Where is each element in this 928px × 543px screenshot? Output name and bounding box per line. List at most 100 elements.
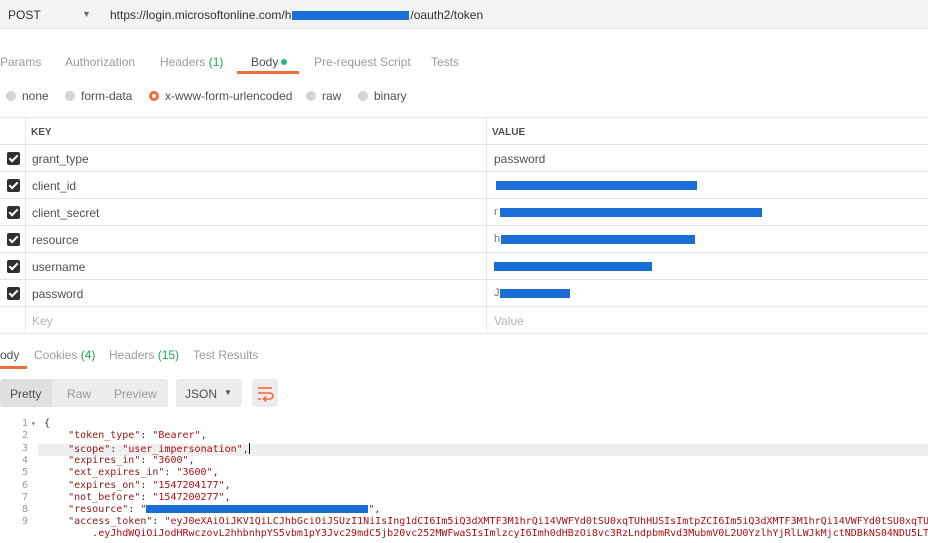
param-key[interactable]: username <box>32 260 85 274</box>
row-checkbox[interactable] <box>0 199 25 225</box>
wrap-lines-icon <box>258 387 274 403</box>
tab-response-headers-label: Headers <box>109 348 155 362</box>
radio-circle-icon <box>65 91 75 101</box>
param-value[interactable]: J <box>494 287 500 299</box>
chevron-down-icon: ▼ <box>82 9 91 19</box>
fold-arrow-icon[interactable]: ▾ <box>31 418 36 430</box>
json-value: .eyJhdWQiOiJodHRwczovL2hhbnhpYS5vbm1pY3J… <box>92 528 928 539</box>
radio-form-data-label: form-data <box>81 89 133 103</box>
code-line: { <box>44 418 50 430</box>
row-checkbox[interactable] <box>0 145 25 171</box>
param-key[interactable]: resource <box>32 233 79 247</box>
table-row: client_id <box>0 172 928 199</box>
url-bar: POST ▼ https://login.microsoftonline.com… <box>0 0 928 29</box>
response-body-editor[interactable]: 1 ▾ 2 3 4 5 6 7 8 9 { "token_type": "Bea… <box>0 414 928 543</box>
preview-button[interactable]: Preview <box>114 387 157 401</box>
pretty-button[interactable]: Pretty <box>10 387 41 401</box>
line-number: 7 <box>21 492 28 503</box>
new-value-input[interactable]: Value <box>494 314 524 328</box>
raw-button[interactable]: Raw <box>67 387 91 401</box>
column-divider <box>486 145 487 171</box>
radio-raw[interactable]: raw <box>306 89 341 103</box>
param-key[interactable]: grant_type <box>32 152 89 166</box>
radio-circle-icon <box>306 91 316 101</box>
row-checkbox[interactable] <box>0 253 25 279</box>
json-value: "Bearer" <box>152 430 201 441</box>
tab-authorization[interactable]: Authorization <box>65 55 135 69</box>
table-row: grant_type password <box>0 145 928 172</box>
param-value[interactable]: h <box>494 233 500 245</box>
code-line: "expires_on": "1547204177", <box>68 480 231 491</box>
column-divider <box>486 253 487 279</box>
line-number: 4 <box>21 455 28 466</box>
tab-response-headers[interactable]: Headers (15) <box>109 348 179 362</box>
line-number: 5 <box>21 467 28 478</box>
row-checkbox[interactable] <box>0 172 25 198</box>
json-key: "token_type" <box>68 430 141 441</box>
radio-form-data[interactable]: form-data <box>65 89 132 103</box>
radio-urlencoded[interactable]: x-www-form-urlencoded <box>149 89 292 103</box>
line-number: 9 <box>21 516 28 527</box>
checkbox-checked-icon <box>7 152 20 165</box>
code-line: "not_before": "1547200277", <box>68 492 231 503</box>
code-line: "token_type": "Bearer", <box>68 430 207 441</box>
format-label: JSON <box>185 387 218 401</box>
column-divider <box>486 226 487 252</box>
tab-response-headers-count: (15) <box>157 348 180 362</box>
param-key[interactable]: client_secret <box>32 206 99 220</box>
line-number: 6 <box>21 480 28 491</box>
value-redaction <box>146 505 369 513</box>
tab-response-body[interactable]: ody <box>0 348 19 362</box>
value-redaction <box>496 181 697 190</box>
tab-test-results[interactable]: Test Results <box>193 348 258 362</box>
json-key: "scope" <box>68 444 111 455</box>
column-divider <box>25 199 26 225</box>
tab-headers[interactable]: Headers (1) <box>160 55 223 69</box>
url-redaction <box>292 11 410 21</box>
table-row: client_secret r <box>0 199 928 226</box>
row-checkbox[interactable] <box>0 280 25 306</box>
radio-binary[interactable]: binary <box>358 89 407 103</box>
wrap-lines-button[interactable] <box>252 379 278 407</box>
radio-urlencoded-label: x-www-form-urlencoded <box>165 89 293 103</box>
column-divider <box>25 253 26 279</box>
tab-body-label: Body <box>251 55 279 69</box>
json-value: "3600" <box>176 467 213 478</box>
chevron-down-icon: ▼ <box>224 388 232 397</box>
row-checkbox[interactable] <box>0 226 25 252</box>
key-column-header: KEY <box>31 127 52 138</box>
value-redaction <box>501 235 695 244</box>
value-redaction <box>500 289 570 298</box>
tab-body[interactable]: Body <box>251 55 288 69</box>
param-key[interactable]: password <box>32 287 83 301</box>
json-key: "expires_in" <box>68 455 141 466</box>
column-divider <box>25 118 26 145</box>
format-select[interactable]: JSON ▼ <box>176 379 242 407</box>
modified-dot-icon <box>281 59 288 65</box>
tab-pre-request-script[interactable]: Pre-request Script <box>314 55 411 69</box>
json-key: "not_before" <box>68 492 141 503</box>
new-key-input[interactable]: Key <box>32 314 53 328</box>
radio-circle-icon <box>6 91 16 101</box>
params-table: KEY VALUE grant_type password client_id … <box>0 117 928 334</box>
code-line: "ext_expires_in": "3600", <box>68 467 219 478</box>
tab-headers-count: (1) <box>208 55 224 69</box>
method-select[interactable]: POST ▼ <box>0 0 100 29</box>
table-header: KEY VALUE <box>0 118 928 145</box>
line-number: 2 <box>21 430 28 441</box>
checkbox-checked-icon <box>7 260 20 273</box>
json-value: "1547200277" <box>152 492 225 503</box>
param-value[interactable]: password <box>494 152 545 166</box>
tab-cookies[interactable]: Cookies (4) <box>34 348 95 362</box>
checkbox-checked-icon <box>7 179 20 192</box>
tab-tests[interactable]: Tests <box>431 55 459 69</box>
radio-none[interactable]: none <box>6 89 49 103</box>
json-value-end: ", <box>368 504 381 515</box>
param-value[interactable]: r <box>494 206 498 218</box>
url-input[interactable]: https://login.microsoftonline.com/h/oaut… <box>110 8 483 22</box>
code-line: "access_token": "eyJ0eXAiOiJKV1QiLCJhbGc… <box>44 516 928 528</box>
param-key[interactable]: client_id <box>32 179 76 193</box>
table-row: resource h <box>0 226 928 253</box>
value-column-header: VALUE <box>492 127 526 138</box>
tab-params[interactable]: Params <box>0 55 41 69</box>
